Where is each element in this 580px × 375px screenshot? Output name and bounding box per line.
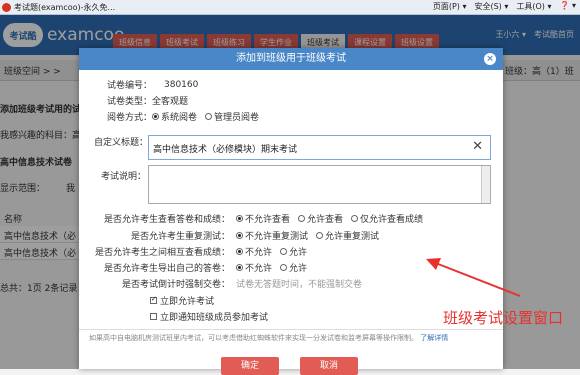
annotation-caption: 班级考试设置窗口: [443, 309, 564, 327]
